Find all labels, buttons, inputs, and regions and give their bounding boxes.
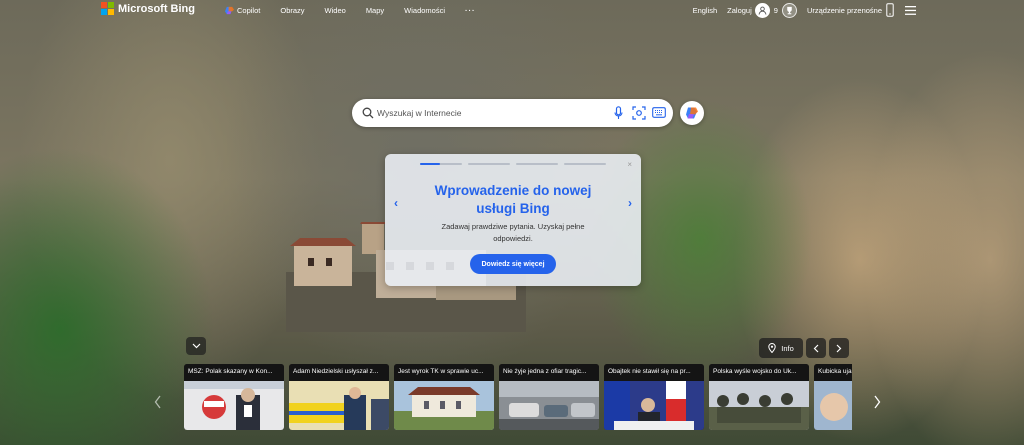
keyboard-icon[interactable] [652, 107, 666, 118]
nav-news-label: Wiadomości [404, 6, 445, 15]
news-card-title: Nie żyje jedna z ofiar tragic... [499, 364, 599, 381]
microsoft-logo-icon [101, 2, 114, 15]
promo-title: Wprowadzenie do nowej usługi Bing [434, 183, 592, 216]
nav-news[interactable]: Wiadomości [404, 6, 445, 15]
carousel-dot-3[interactable] [516, 163, 558, 165]
carousel-indicators [420, 163, 606, 165]
news-card[interactable]: MSZ: Polak skazany w Kon... [184, 364, 284, 430]
logo-square-yellow [108, 9, 114, 15]
news-card-image [709, 381, 809, 430]
nav-maps-label: Mapy [365, 6, 385, 15]
news-card[interactable]: Adam Niedzielski usłyszał z... [289, 364, 389, 430]
logo-square-blue [101, 9, 107, 15]
copilot-button[interactable] [680, 101, 704, 125]
sign-in-link[interactable]: Zaloguj [727, 6, 752, 15]
microphone-icon[interactable] [614, 106, 623, 120]
logo-square-red [101, 2, 107, 8]
close-icon[interactable]: × [627, 160, 632, 169]
news-card[interactable]: Nie żyje jedna z ofiar tragic... [499, 364, 599, 430]
chevron-right-icon[interactable]: › [628, 196, 632, 210]
phone-icon[interactable] [886, 3, 894, 17]
carousel-dot-2[interactable] [468, 163, 510, 165]
carousel-dot-1[interactable] [420, 163, 462, 165]
news-card-title: Adam Niedzielski usłyszał z... [289, 364, 389, 381]
news-card-image [394, 381, 494, 430]
nav-copilot-label: Copilot [237, 6, 261, 15]
news-card[interactable]: Kubicka uja... [814, 364, 852, 430]
news-card-title: MSZ: Polak skazany w Kon... [184, 364, 284, 381]
hamburger-menu-icon[interactable] [905, 5, 916, 15]
news-card[interactable]: Polska wyśle wojsko do Uk... [709, 364, 809, 430]
news-card[interactable]: Jest wyrok TK w sprawie uc... [394, 364, 494, 430]
next-image-button[interactable] [829, 338, 849, 358]
location-pin-icon [768, 343, 776, 353]
news-card-title: Obajtek nie stawił się na pr... [604, 364, 704, 381]
nav-videos-label: Wideo [324, 6, 346, 15]
visual-search-icon[interactable] [632, 106, 646, 120]
news-card-title: Kubicka uja... [814, 364, 852, 381]
promo-description: Zadawaj prawdziwe pytania. Uzyskaj pełne… [441, 222, 585, 243]
main-nav: Copilot Obrazy Wideo Mapy Wiadomości ··· [225, 6, 496, 15]
chevron-right-icon [873, 395, 880, 409]
nav-images[interactable]: Obrazy [280, 6, 304, 15]
previous-image-button[interactable] [806, 338, 826, 358]
logo-square-green [108, 2, 114, 8]
nav-images-label: Obrazy [280, 6, 305, 15]
news-card-image [289, 381, 389, 430]
news-card-image [604, 381, 704, 430]
nav-copilot[interactable]: Copilot [225, 6, 260, 15]
brand-name: Microsoft Bing [118, 2, 195, 15]
news-next-button[interactable] [870, 392, 884, 412]
news-card[interactable]: Obajtek nie stawił się na pr... [604, 364, 704, 430]
nav-maps[interactable]: Mapy [366, 6, 384, 15]
nav-more-label: ··· [465, 6, 476, 15]
news-card-image [499, 381, 599, 430]
learn-more-button[interactable]: Dowiedz się więcej [470, 254, 556, 274]
search-box [352, 99, 673, 127]
news-strip: MSZ: Polak skazany w Kon... Adam Niedzie… [184, 364, 852, 430]
chevron-left-icon [154, 395, 161, 409]
news-card-image [184, 381, 284, 430]
news-card-title: Polska wyśle wojsko do Uk... [709, 364, 809, 381]
promo-card: × ‹ › Wprowadzenie do nowej usługi Bing … [385, 154, 641, 286]
news-card-title: Jest wyrok TK w sprawie uc... [394, 364, 494, 381]
user-icon [758, 6, 767, 15]
language-link[interactable]: English [693, 6, 718, 15]
chevron-right-icon [836, 344, 842, 352]
news-prev-button[interactable] [150, 392, 164, 412]
copilot-icon [686, 107, 698, 119]
nav-videos[interactable]: Wideo [325, 6, 346, 15]
chevron-left-icon[interactable]: ‹ [394, 196, 398, 210]
rewards-count: 9 [773, 5, 778, 15]
image-info-button[interactable]: Info [759, 338, 803, 358]
header-right: English Zaloguj 9 Urządzenie przenośne [693, 0, 1024, 20]
rewards-button[interactable] [781, 2, 797, 18]
avatar[interactable] [754, 2, 770, 18]
nav-more-button[interactable]: ··· [465, 6, 476, 15]
collapse-feed-button[interactable] [186, 337, 206, 355]
chevron-down-icon [192, 343, 200, 349]
search-icon[interactable] [362, 107, 374, 119]
info-label: Info [781, 343, 794, 353]
carousel-dot-4[interactable] [564, 163, 606, 165]
copilot-icon [225, 6, 234, 15]
trophy-icon [787, 6, 792, 14]
news-card-image [814, 381, 852, 430]
mobile-link[interactable]: Urządzenie przenośne [807, 6, 882, 15]
top-bar: Microsoft Bing Copilot Obrazy Wideo Mapy… [0, 0, 1024, 22]
search-input[interactable] [377, 106, 607, 120]
bing-logo[interactable]: Microsoft Bing [101, 2, 195, 15]
chevron-left-icon [813, 344, 819, 352]
